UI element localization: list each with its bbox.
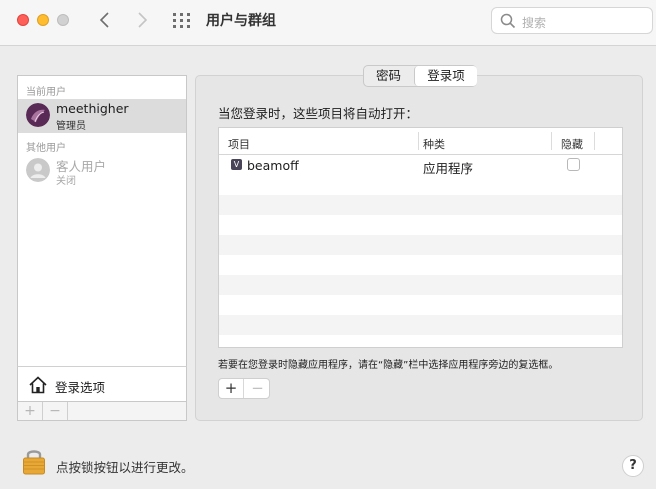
user-list: 当前用户 meethigher 管理员 其他用户 客人用户 关闭 xyxy=(17,75,187,367)
tab-password[interactable]: 密码 xyxy=(364,66,413,86)
other-users-section-label: 其他用户 xyxy=(26,143,66,154)
close-button[interactable] xyxy=(17,14,29,26)
lock-text: 点按锁按钮以进行更改。 xyxy=(56,460,194,475)
table-header: 项目 种类 隐藏 xyxy=(219,128,622,155)
help-button[interactable]: ? xyxy=(622,455,644,477)
tab-login-items[interactable]: 登录项 xyxy=(414,66,477,86)
remove-user-button[interactable]: − xyxy=(43,402,68,420)
search-placeholder: 搜索 xyxy=(522,16,547,30)
hide-checkbox[interactable] xyxy=(567,158,580,171)
empty-row xyxy=(219,235,622,255)
chevron-left-icon xyxy=(99,12,109,28)
avatar xyxy=(26,103,50,127)
empty-row xyxy=(219,195,622,215)
login-options-button[interactable]: 登录选项 xyxy=(17,366,187,402)
login-items-table: 项目 种类 隐藏 V beamoff 应用程序 xyxy=(218,127,623,348)
zoom-button[interactable] xyxy=(57,14,69,26)
title-bar: 用户与群组 搜索 xyxy=(0,0,656,46)
login-options-label: 登录选项 xyxy=(55,380,106,395)
current-user-section-label: 当前用户 xyxy=(26,87,66,98)
tab-bar: 密码 登录项 xyxy=(363,65,477,87)
add-user-button[interactable]: + xyxy=(18,402,43,420)
search-field[interactable]: 搜索 xyxy=(491,7,653,34)
column-divider xyxy=(594,132,595,150)
column-header-kind[interactable]: 种类 xyxy=(423,136,445,152)
house-icon xyxy=(29,376,47,394)
hide-hint-text: 若要在您登录时隐藏应用程序，请在“隐藏”栏中选择应用程序旁边的复选框。 xyxy=(218,360,559,371)
column-divider xyxy=(551,132,552,150)
search-icon xyxy=(500,13,516,29)
guest-avatar-icon xyxy=(26,158,50,182)
item-kind: 应用程序 xyxy=(423,161,474,176)
grid-icon xyxy=(173,13,190,28)
forward-button[interactable] xyxy=(131,9,153,31)
back-button[interactable] xyxy=(94,9,116,31)
remove-login-item-button[interactable]: − xyxy=(245,379,270,398)
show-all-button[interactable] xyxy=(172,12,192,30)
chevron-right-icon xyxy=(138,12,148,28)
login-item-add-remove: + − xyxy=(218,378,270,399)
column-divider xyxy=(418,132,419,150)
lock-icon xyxy=(23,450,45,475)
user-role: 管理员 xyxy=(56,121,86,132)
user-add-remove-bar: + − xyxy=(17,402,187,421)
table-row[interactable]: V beamoff 应用程序 xyxy=(219,155,622,176)
user-item-guest[interactable]: 客人用户 关闭 xyxy=(18,154,186,188)
user-name: meethigher xyxy=(56,101,129,116)
item-name: beamoff xyxy=(247,158,299,173)
minimize-button[interactable] xyxy=(37,14,49,26)
lock-button[interactable] xyxy=(22,447,46,478)
window-title: 用户与群组 xyxy=(206,13,276,29)
empty-row xyxy=(219,275,622,295)
beamoff-app-icon: V xyxy=(231,159,242,170)
user-status: 关闭 xyxy=(56,176,76,187)
login-items-intro: 当您登录时，这些项目将自动打开： xyxy=(218,106,419,121)
add-login-item-button[interactable]: + xyxy=(219,379,244,398)
user-item-meethigher[interactable]: meethigher 管理员 xyxy=(18,99,186,133)
column-header-item[interactable]: 项目 xyxy=(228,136,250,152)
empty-row xyxy=(219,315,622,335)
column-header-hide[interactable]: 隐藏 xyxy=(561,136,583,152)
